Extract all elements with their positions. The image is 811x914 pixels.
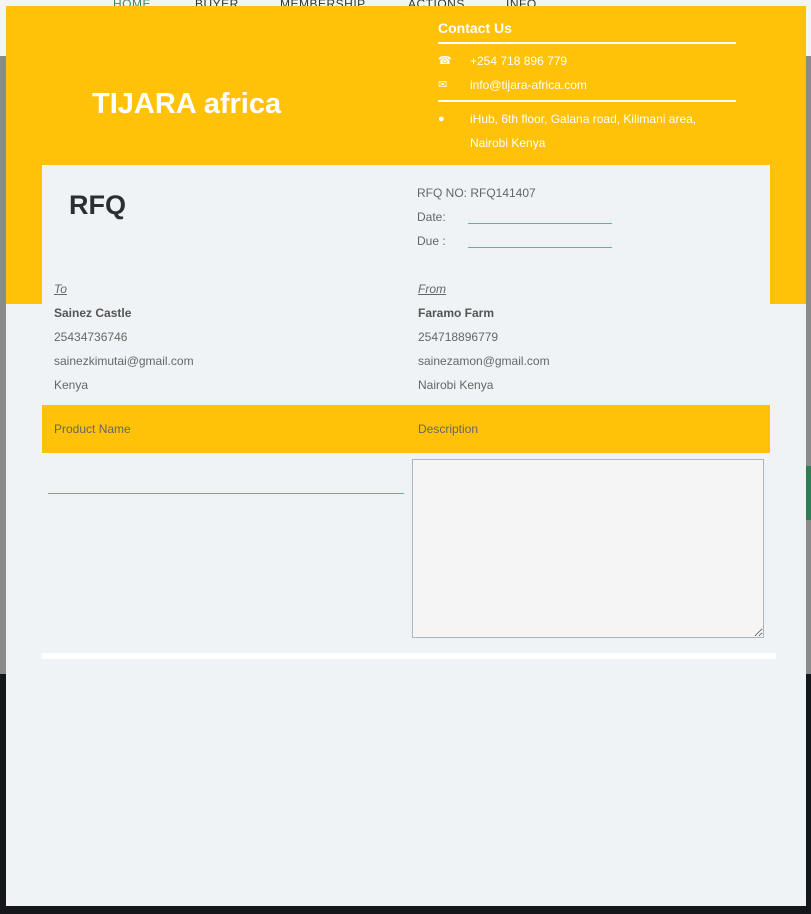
header-product-name: Product Name xyxy=(54,422,131,436)
contact-email: info@tijara-africa.com xyxy=(470,78,587,92)
envelope-icon: ✉ xyxy=(438,79,448,91)
from-name: Faramo Farm xyxy=(418,306,495,320)
to-label: To xyxy=(54,282,67,296)
contact-divider-2 xyxy=(438,100,736,102)
to-email: sainezkimutai@gmail.com xyxy=(54,354,194,368)
from-party: From Faramo Farm 254718896779 sainezamon… xyxy=(418,277,550,397)
from-email: sainezamon@gmail.com xyxy=(418,354,550,368)
contact-phone: +254 718 896 779 xyxy=(470,54,568,68)
contact-phone-row: ☎ +254 718 896 779 xyxy=(438,49,736,73)
to-name: Sainez Castle xyxy=(54,306,132,320)
contact-divider xyxy=(438,42,736,44)
contact-email-row: ✉ info@tijara-africa.com xyxy=(438,73,736,97)
contact-address: iHub, 6th floor, Galana road, Kilimani a… xyxy=(470,112,697,150)
contact-title: Contact Us xyxy=(438,20,512,36)
contact-address-row: ● iHub, 6th floor, Galana road, Kilimani… xyxy=(438,107,736,155)
rfq-date-row: Date: xyxy=(417,205,612,229)
to-phone: 25434736746 xyxy=(54,330,128,344)
product-name-input[interactable] xyxy=(48,471,404,494)
from-location: Nairobi Kenya xyxy=(418,378,494,392)
date-label: Date: xyxy=(417,210,446,224)
date-field[interactable] xyxy=(468,223,612,224)
items-table-header: Product Name Description xyxy=(42,405,770,453)
header-description: Description xyxy=(418,422,479,436)
to-location: Kenya xyxy=(54,378,89,392)
contact-block: Contact Us ☎ +254 718 896 779 ✉ info@tij… xyxy=(438,20,736,155)
rfq-modal: TIJARA africa Contact Us ☎ +254 718 896 … xyxy=(6,6,806,906)
from-label: From xyxy=(418,282,446,296)
map-marker-icon: ● xyxy=(438,113,445,125)
brand-title: TIJARA africa xyxy=(92,88,282,120)
due-field[interactable] xyxy=(468,247,612,248)
rfq-number: RFQ NO: RFQ141407 xyxy=(417,186,536,200)
rfq-due-row: Due : xyxy=(417,229,612,253)
form-divider xyxy=(42,653,776,659)
phone-icon: ☎ xyxy=(438,55,452,67)
description-textarea[interactable] xyxy=(412,459,764,638)
rfq-card: RFQ RFQ NO: RFQ141407 Date: Due : To Sai… xyxy=(42,165,776,660)
rfq-title: RFQ xyxy=(69,190,126,220)
due-label: Due : xyxy=(417,234,446,248)
rfq-meta: RFQ NO: RFQ141407 Date: Due : xyxy=(417,181,612,253)
to-party: To Sainez Castle 25434736746 sainezkimut… xyxy=(54,277,194,397)
from-phone: 254718896779 xyxy=(418,330,499,344)
